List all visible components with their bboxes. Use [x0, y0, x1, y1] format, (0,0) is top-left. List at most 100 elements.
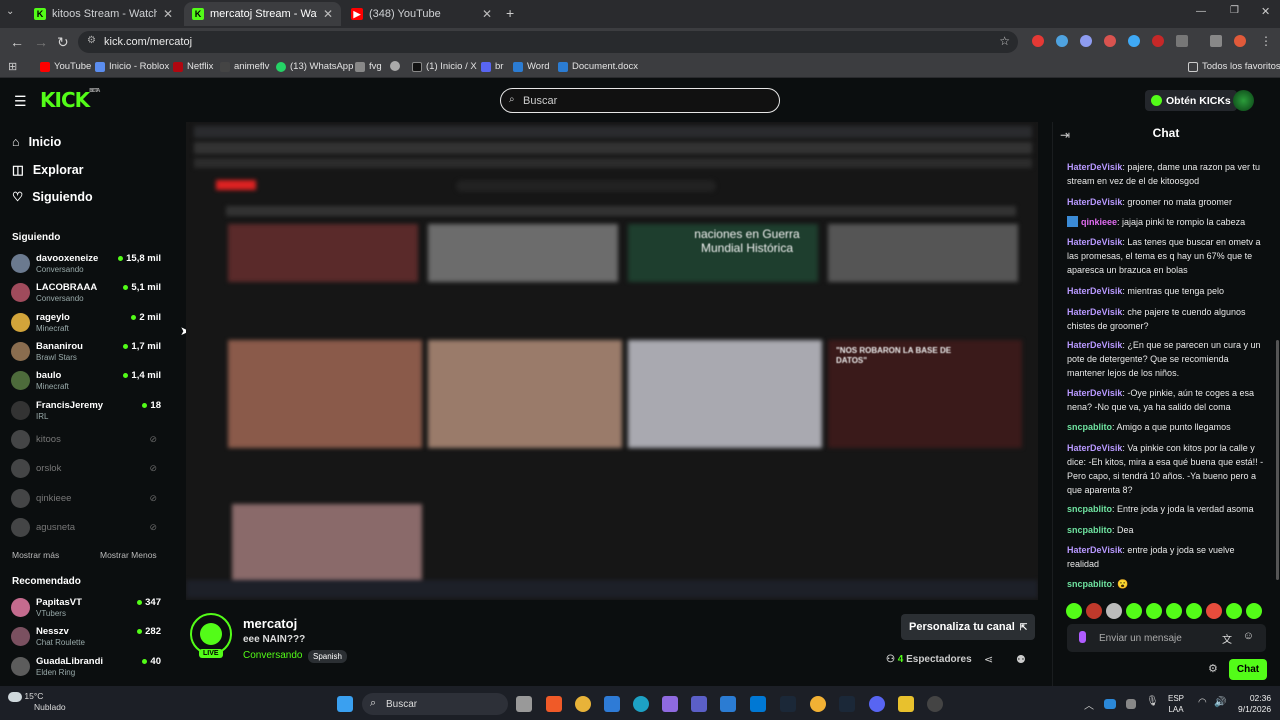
chat-message-input[interactable]: Enviar un mensaje 文 ☺	[1067, 624, 1266, 652]
chat-username[interactable]: sncpablito	[1067, 504, 1112, 514]
copilot-icon[interactable]	[662, 696, 678, 712]
emote-icon[interactable]	[1106, 603, 1122, 619]
site-info-icon[interactable]: ⚙	[87, 35, 96, 46]
bookmark-fvg[interactable]: fvg	[355, 61, 382, 72]
bookmark-whatsapp[interactable]: (13) WhatsApp	[276, 61, 353, 72]
bookmark-animeflv[interactable]: animeflv	[220, 61, 269, 72]
sidebar-channel[interactable]: agusneta ⊘	[11, 515, 161, 543]
store-icon[interactable]	[750, 696, 766, 712]
bookmark-word[interactable]: Word	[513, 61, 550, 72]
customize-channel-button[interactable]: Personaliza tu canal ⇱	[901, 614, 1036, 640]
emoji-picker-icon[interactable]: ☺	[1243, 630, 1254, 642]
menu-hamburger-icon[interactable]: ☰	[14, 93, 27, 110]
nav-inicio[interactable]: ⌂ Inicio	[12, 135, 61, 149]
emote-icon[interactable]	[1126, 603, 1142, 619]
kick-logo[interactable]: KICKBETA	[40, 88, 100, 112]
chat-username[interactable]: HaterDeVisik	[1067, 286, 1122, 296]
emote-icon[interactable]	[1066, 603, 1082, 619]
edge-icon[interactable]	[633, 696, 649, 712]
language-tag[interactable]: Spanish	[308, 650, 347, 663]
obs-icon[interactable]	[927, 696, 943, 712]
minimize-button[interactable]: —	[1196, 6, 1206, 17]
nav-siguiendo[interactable]: ♡ Siguiendo	[12, 189, 93, 205]
chat-username[interactable]: HaterDeVisik	[1067, 340, 1122, 350]
channel-name[interactable]: mercatoj	[243, 616, 297, 631]
browser-tab-youtube[interactable]: ▶ (348) YouTube ✕	[343, 2, 500, 26]
chat-username[interactable]: HaterDeVisik	[1067, 162, 1122, 172]
restore-button[interactable]: ❐	[1230, 5, 1239, 16]
bookmark-youtube[interactable]: YouTube	[40, 61, 91, 72]
reload-button[interactable]: ↻	[57, 34, 69, 51]
address-bar[interactable]: ⚙ kick.com/mercatoj ☆	[78, 31, 1018, 53]
emote-icon[interactable]	[1246, 603, 1262, 619]
tab-search-icon[interactable]: ⌄	[6, 6, 14, 17]
new-tab-button[interactable]: +	[506, 5, 514, 21]
chat-username[interactable]: sncpablito	[1067, 422, 1112, 432]
bookmark-x[interactable]: (1) Inicio / X	[412, 61, 477, 72]
extension-icon[interactable]	[1032, 35, 1044, 47]
chat-username[interactable]: HaterDeVisik	[1067, 443, 1122, 453]
browser-tab-kitoos[interactable]: K kitoos Stream - Watch Live on K ✕	[26, 2, 181, 26]
windows-start-icon[interactable]	[337, 696, 353, 712]
chat-username[interactable]: HaterDeVisik	[1067, 237, 1122, 247]
chat-username[interactable]: HaterDeVisik	[1067, 307, 1122, 317]
weather-widget[interactable]: 15°C Nublado	[8, 691, 66, 713]
sidebar-channel[interactable]: GuadaLibrandi Elden Ring 40	[11, 654, 161, 682]
chat-username[interactable]: HaterDeVisik	[1067, 197, 1122, 207]
back-button[interactable]: ←	[10, 34, 24, 50]
all-bookmarks-folder[interactable]: Todos los favoritos	[1188, 61, 1280, 72]
sidebar-channel[interactable]: Nesszv Chat Roulette 282	[11, 624, 161, 652]
sidebar-channel[interactable]: rageylo Minecraft 2 mil	[11, 310, 161, 338]
sidebar-channel[interactable]: kitoos ⊘	[11, 427, 161, 455]
sidebar-channel[interactable]: LACOBRAAA Conversando 5,1 mil	[11, 280, 161, 308]
extension-icon[interactable]	[1152, 35, 1164, 47]
volume-icon[interactable]: 🔊	[1214, 697, 1226, 708]
search-input[interactable]: ⌕ Buscar	[500, 88, 780, 113]
forward-button[interactable]: →	[34, 34, 48, 50]
emote-icon[interactable]	[1206, 603, 1222, 619]
brave-icon[interactable]	[546, 696, 562, 712]
share-icon[interactable]: ⋖	[984, 653, 993, 666]
bookmark-star-icon[interactable]: ☆	[999, 34, 1010, 48]
bookmark-netflix[interactable]: Netflix	[173, 61, 213, 72]
wifi-icon[interactable]: ◠	[1198, 697, 1207, 708]
tray-app-icon[interactable]	[1126, 699, 1136, 709]
close-icon[interactable]: ✕	[482, 7, 492, 21]
chat-username[interactable]: HaterDeVisik	[1067, 388, 1122, 398]
apps-grid-icon[interactable]: ⊞	[8, 60, 17, 73]
send-chat-button[interactable]: Chat	[1229, 659, 1267, 680]
reading-list-icon[interactable]	[1210, 35, 1222, 47]
chat-username[interactable]: HaterDeVisik	[1067, 545, 1122, 555]
nav-explorar[interactable]: ◫ Explorar	[12, 162, 84, 178]
sidebar-channel[interactable]: davooxeneize Conversando 15,8 mil	[11, 251, 161, 279]
close-icon[interactable]: ✕	[163, 7, 173, 21]
teams-icon[interactable]	[691, 696, 707, 712]
sidebar-channel[interactable]: baulo Minecraft 1,4 mil	[11, 368, 161, 396]
video-player[interactable]: naciones en Guerra Mundial Histórica "NO…	[186, 122, 1038, 600]
sidebar-channel[interactable]: orslok ⊘	[11, 456, 161, 484]
chrome-icon[interactable]	[575, 696, 591, 712]
translate-icon[interactable]: 文	[1222, 631, 1232, 646]
chat-settings-gear-icon[interactable]: ⚙	[1208, 662, 1218, 675]
sidebar-channel[interactable]: PapitasVT VTubers 347	[11, 595, 161, 623]
extension-icon[interactable]	[1104, 35, 1116, 47]
sidebar-channel[interactable]: Bananirou Brawl Stars 1,7 mil	[11, 339, 161, 367]
emote-icon[interactable]	[1166, 603, 1182, 619]
browser-tab-mercatoj[interactable]: K mercatoj Stream - Watch Live o ✕	[184, 2, 341, 26]
chat-username[interactable]: sncpablito	[1067, 525, 1112, 535]
taskbar-search[interactable]: ⌕ Buscar	[362, 693, 508, 715]
user-avatar[interactable]	[1233, 90, 1254, 111]
system-clock[interactable]: 02:36 9/1/2026	[1238, 693, 1271, 715]
task-view-icon[interactable]	[516, 696, 532, 712]
bookmark-br[interactable]: br	[481, 61, 503, 72]
extensions-puzzle-icon[interactable]	[1176, 35, 1188, 47]
language-indicator[interactable]: ESP LAA	[1168, 693, 1184, 715]
chrome-active-icon[interactable]	[810, 696, 826, 712]
emote-icon[interactable]	[1146, 603, 1162, 619]
microphone-icon[interactable]: 🎙	[1146, 696, 1159, 707]
app-icon[interactable]	[898, 696, 914, 712]
mail-icon[interactable]	[604, 696, 620, 712]
emote-icon[interactable]	[1186, 603, 1202, 619]
bookmark-roblox[interactable]: Inicio - Roblox	[95, 61, 169, 72]
chat-username[interactable]: sncpablito	[1067, 579, 1112, 589]
